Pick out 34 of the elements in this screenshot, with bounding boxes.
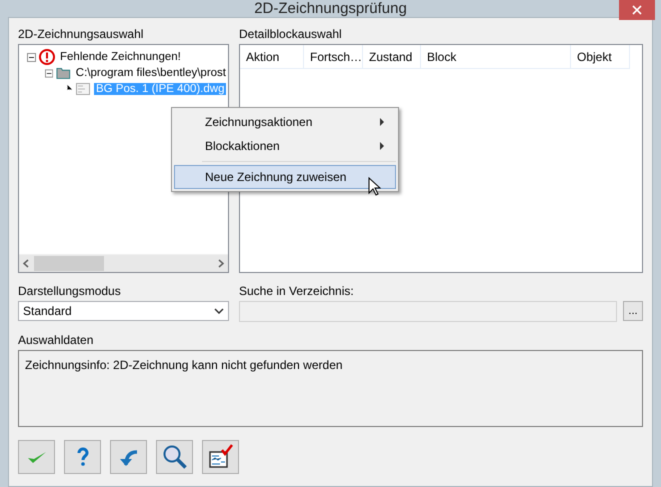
- column-header[interactable]: Block: [421, 45, 571, 68]
- tree-item[interactable]: Fehlende Zeichnungen!: [58, 51, 183, 63]
- collapse-icon[interactable]: [27, 52, 36, 62]
- menu-item[interactable]: Blockaktionen: [174, 134, 396, 158]
- dropdown-caret-icon: [214, 308, 224, 314]
- column-header[interactable]: Objekt: [571, 45, 630, 68]
- column-header[interactable]: Fortsch…: [304, 45, 363, 68]
- group-label: Auswahldaten: [18, 333, 94, 349]
- close-icon: [632, 5, 642, 15]
- warning-icon: [39, 49, 55, 65]
- close-button[interactable]: [619, 0, 655, 20]
- column-header[interactable]: Zustand: [363, 45, 421, 68]
- search-icon: [162, 444, 188, 470]
- column-header[interactable]: Aktion: [240, 45, 304, 68]
- drawing-file-icon: [75, 81, 91, 97]
- tree-item[interactable]: C:\program files\bentley\prost: [74, 67, 228, 79]
- toolbar-button[interactable]: [202, 440, 239, 474]
- folder-icon: [56, 65, 71, 81]
- group-label: 2D-Zeichnungsauswahl: [18, 27, 144, 43]
- info-text: Zeichnungsinfo: 2D-Zeichnung kann nicht gefunden werden: [25, 358, 343, 372]
- report-check-icon: [208, 444, 234, 470]
- field-label: Darstellungsmodus: [18, 284, 122, 300]
- help-icon: [76, 447, 90, 467]
- group-label: Detailblockauswahl: [239, 27, 343, 43]
- submenu-arrow-icon: [380, 118, 385, 126]
- collapse-icon[interactable]: [45, 68, 54, 78]
- menu-item[interactable]: Zeichnungsaktionen: [174, 110, 396, 134]
- window-title: 2D-Zeichnungsprüfung: [254, 0, 407, 17]
- menu-item[interactable]: Neue Zeichnung zuweisen: [174, 165, 396, 189]
- mouse-cursor-icon: [368, 177, 381, 197]
- horizontal-scrollbar[interactable]: [19, 254, 228, 272]
- submenu-arrow-icon: [380, 142, 385, 150]
- mode-dropdown[interactable]: Standard: [18, 301, 229, 321]
- field-label: Suche in Verzeichnis:: [239, 284, 355, 300]
